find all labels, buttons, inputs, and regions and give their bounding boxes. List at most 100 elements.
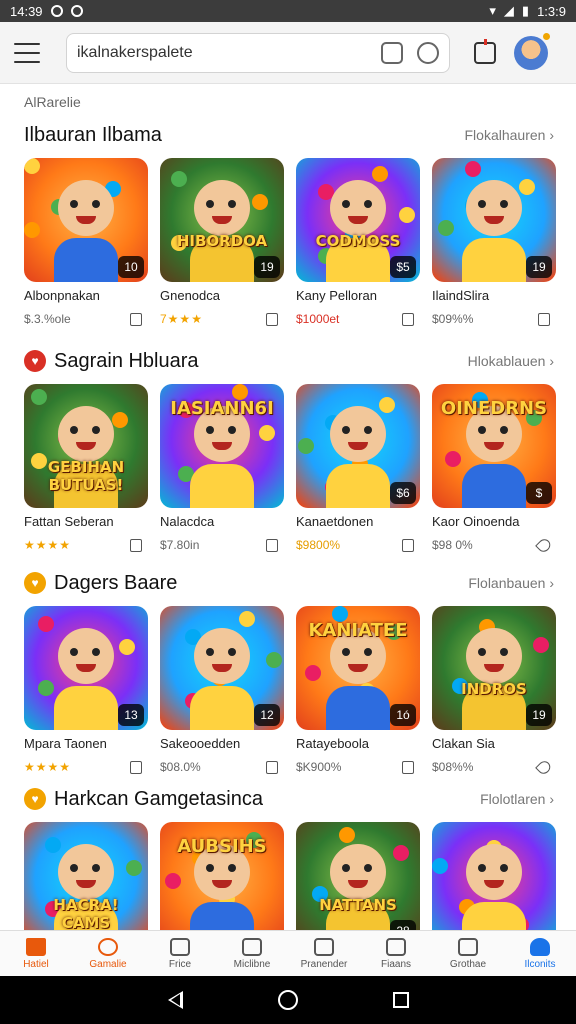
player-count-badge: 1ó [390, 704, 416, 726]
back-icon[interactable] [167, 991, 183, 1009]
game-card[interactable]: 12 Sakeooedden $08.0% [160, 606, 284, 780]
game-meta: $9800% [296, 532, 420, 558]
image-search-icon[interactable] [381, 41, 403, 64]
game-card[interactable]: OINEDRNS $ Kaor Oinoenda $98 0% [432, 384, 556, 558]
menu-icon[interactable] [14, 42, 40, 63]
tabs-icon[interactable] [474, 38, 496, 64]
game-card[interactable]: 19 IlaindSlira $09%% [432, 158, 556, 332]
section-see-more-link[interactable]: Hlokablauen › [468, 353, 554, 369]
character-body [190, 464, 254, 508]
game-thumbnail[interactable]: 19 [432, 158, 556, 282]
game-card[interactable]: 10 Albonpnakan $.3.%ole [24, 158, 148, 332]
game-thumbnail[interactable]: HACRA! CAMS [24, 822, 148, 930]
game-card[interactable] [432, 822, 556, 930]
game-art-title: AUBSIHS [177, 836, 267, 857]
player-count-badge: 10 [118, 256, 144, 278]
game-card[interactable]: AUBSIHS [160, 822, 284, 930]
gem-decoration [519, 179, 535, 195]
section-title: Sagrain Hbluara [54, 349, 199, 372]
character-body [54, 238, 118, 282]
nav-item-home[interactable]: Hatiel [0, 931, 72, 976]
game-thumbnail[interactable]: INDROS 19 [432, 606, 556, 730]
gem-decoration [259, 425, 275, 441]
section-title: Dagers Baare [54, 571, 178, 594]
game-thumbnail[interactable]: $6 [296, 384, 420, 508]
game-thumbnail[interactable]: AUBSIHS [160, 822, 284, 930]
gem-decoration [465, 161, 481, 177]
game-card[interactable]: CODMOSS $5 Kany Pelloran $1000et [296, 158, 420, 332]
bookmark-icon[interactable] [130, 760, 142, 774]
bookmark-icon[interactable] [538, 312, 550, 326]
wishlist-icon[interactable] [535, 536, 553, 554]
nav-item-label: Grothae [449, 958, 487, 970]
bookmark-icon[interactable] [266, 312, 278, 326]
game-art-title: CODMOSS [315, 232, 401, 250]
game-thumbnail[interactable]: KANIATEE 1ó [296, 606, 420, 730]
game-card[interactable]: INDROS 19 Clakan Sia $08%% [432, 606, 556, 780]
bookmark-icon[interactable] [402, 760, 414, 774]
nav-item-chat[interactable]: Pranender [288, 931, 360, 976]
game-card[interactable]: $6 Kanaetdonen $9800% [296, 384, 420, 558]
game-thumbnail[interactable]: 12 [160, 606, 284, 730]
gem-decoration [372, 166, 388, 182]
nav-item-bell[interactable]: Grothae [432, 931, 504, 976]
game-name: Ratayeboola [296, 736, 369, 751]
section-header: ♥ Sagrain Hbluara Hlokablauen › [24, 344, 576, 378]
character-body [462, 464, 526, 508]
game-card[interactable]: KANIATEE 1ó Ratayeboola $K900% [296, 606, 420, 780]
game-thumbnail[interactable]: CODMOSS $5 [296, 158, 420, 282]
nav-item-search[interactable]: Miclibne [216, 931, 288, 976]
game-card[interactable]: IASIANN6I Nalacdca $7.80in [160, 384, 284, 558]
game-name: Gnenodca [160, 288, 220, 303]
gem-decoration [45, 837, 61, 853]
list-icon [386, 937, 406, 956]
game-card[interactable]: HACRA! CAMS [24, 822, 148, 930]
game-thumbnail[interactable]: IASIANN6I [160, 384, 284, 508]
game-meta: $1000et [296, 306, 420, 332]
nav-item-list[interactable]: Fiaans [360, 931, 432, 976]
game-card[interactable]: HIBORDOA 19 Gnenodca 7★★★ [160, 158, 284, 332]
game-thumbnail[interactable]: HIBORDOA 19 [160, 158, 284, 282]
nav-item-tag[interactable]: Frice [144, 931, 216, 976]
nav-item-user[interactable]: Ilconits [504, 931, 576, 976]
character-face [330, 180, 386, 236]
refresh-icon[interactable] [417, 41, 439, 64]
section-see-more-link[interactable]: Flolanbauen › [468, 575, 554, 591]
game-thumbnail[interactable]: GEBIHAN BUTUAS! [24, 384, 148, 508]
see-more-label: Flokalhauren [464, 127, 546, 143]
wishlist-icon[interactable] [535, 758, 553, 776]
game-thumbnail[interactable] [432, 822, 556, 930]
game-card[interactable]: GEBIHAN BUTUAS! Fattan Seberan ★★★★ [24, 384, 148, 558]
home-circle-icon[interactable] [277, 990, 298, 1010]
game-card[interactable]: 13 Mpara Taonen ★★★★ [24, 606, 148, 780]
game-meta: $98 0% [432, 532, 556, 558]
nav-item-gamepad[interactable]: Gamalie [72, 931, 144, 976]
character-face [466, 844, 522, 900]
bookmark-icon[interactable] [130, 312, 142, 326]
bookmark-icon[interactable] [130, 538, 142, 552]
gamepad-icon [98, 937, 118, 956]
section-badge-icon: ♥ [24, 788, 46, 810]
avatar[interactable] [514, 32, 550, 70]
status-time: 14:39 [10, 3, 43, 19]
bookmark-icon[interactable] [266, 538, 278, 552]
game-thumbnail[interactable]: 13 [24, 606, 148, 730]
game-thumbnail[interactable]: OINEDRNS $ [432, 384, 556, 508]
bookmark-icon[interactable] [402, 538, 414, 552]
player-count-badge: 13 [118, 704, 144, 726]
player-count-badge: 28 [390, 920, 416, 930]
game-thumbnail[interactable]: NATTANS 28 [296, 822, 420, 930]
bookmark-icon[interactable] [402, 312, 414, 326]
search-bar[interactable]: ikalnakerspalete [66, 32, 450, 73]
game-card[interactable]: NATTANS 28 [296, 822, 420, 930]
recents-icon[interactable] [392, 992, 409, 1008]
bookmark-icon[interactable] [266, 760, 278, 774]
game-thumbnail[interactable]: 10 [24, 158, 148, 282]
character-body [54, 686, 118, 730]
game-name: IlaindSlira [432, 288, 490, 303]
notification-icon [50, 5, 63, 17]
search-input[interactable]: ikalnakerspalete [77, 44, 367, 62]
game-rating: ★★★★ [24, 538, 72, 552]
section-see-more-link[interactable]: Flolotlaren › [480, 791, 554, 807]
section-see-more-link[interactable]: Flokalhauren › [465, 127, 555, 143]
